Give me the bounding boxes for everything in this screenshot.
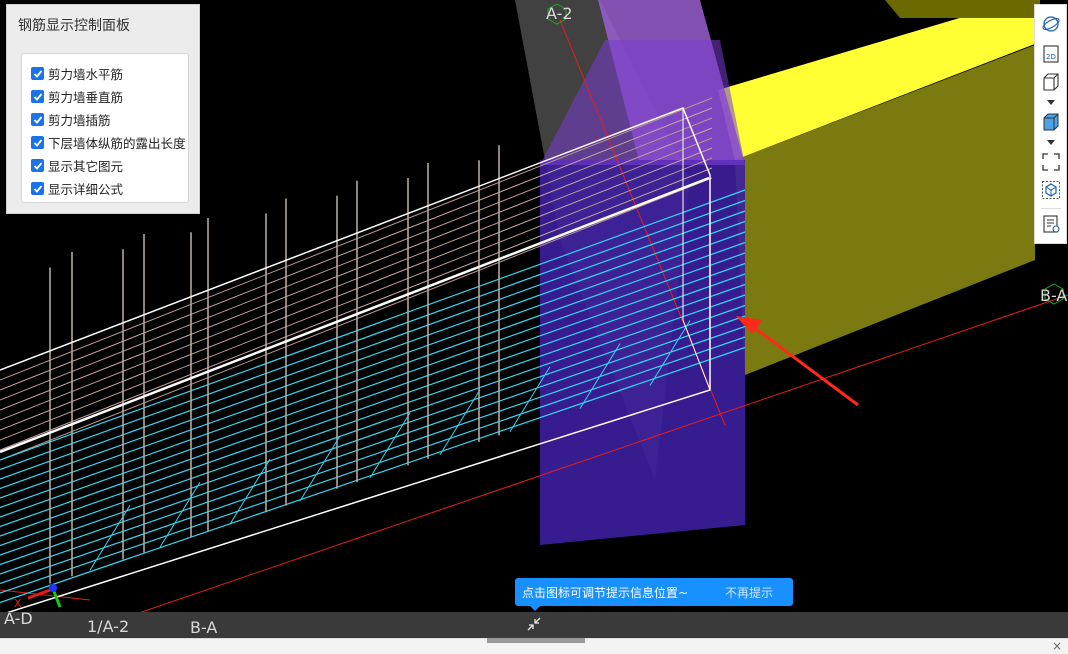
cube-solid-icon[interactable] <box>1040 111 1062 133</box>
option-label: 显示其它图元 <box>48 159 124 174</box>
3d-box-icon[interactable] <box>1040 179 1062 201</box>
svg-text:2D: 2D <box>1046 53 1056 61</box>
axis-label-a2-top: A-2 <box>546 4 573 23</box>
option-lower-wall-exposed-length[interactable]: 下层墙体纵筋的露出长度 <box>22 131 188 154</box>
option-shear-wall-vertical-rebar[interactable]: 剪力墙垂直筋 <box>22 85 188 108</box>
panel-options-box: 剪力墙水平筋 剪力墙垂直筋 剪力墙插筋 下层墙体纵筋的露出长度 显示其它图元 显… <box>21 53 189 203</box>
cube-outline-icon[interactable] <box>1040 71 1062 93</box>
checkbox-checked-icon[interactable] <box>31 90 44 103</box>
3d-viewport[interactable]: A-2 B-A X Y 钢筋显示控制面板 剪力墙水平筋 剪力墙垂直筋 剪力墙插筋 <box>0 0 1068 612</box>
toolbar-divider <box>1041 208 1061 209</box>
axis-label-ad-bottom: A-D <box>4 612 33 628</box>
tooltip-arrow <box>529 605 541 611</box>
option-label: 下层墙体纵筋的露出长度 <box>48 136 186 151</box>
option-shear-wall-horizontal-rebar[interactable]: 剪力墙水平筋 <box>22 62 188 85</box>
option-label: 剪力墙水平筋 <box>48 67 124 82</box>
axis-label-ba-right: B-A <box>1040 286 1067 305</box>
option-label: 剪力墙垂直筋 <box>48 90 124 105</box>
checkbox-checked-icon[interactable] <box>31 182 44 195</box>
option-show-detailed-formula[interactable]: 显示详细公式 <box>22 177 188 200</box>
axis-label-a2-bottom: 1/A-2 <box>87 617 129 636</box>
dont-show-again-link[interactable]: 不再提示 <box>725 584 773 601</box>
checkbox-checked-icon[interactable] <box>31 113 44 126</box>
checkbox-checked-icon[interactable] <box>31 136 44 149</box>
axis-label-ba-bottom: B-A <box>190 618 217 637</box>
tie-rebar <box>229 458 271 525</box>
rebar-display-control-panel: 钢筋显示控制面板 剪力墙水平筋 剪力墙垂直筋 剪力墙插筋 下层墙体纵筋的露出长度… <box>6 4 200 214</box>
hint-tooltip: 点击图标可调节提示信息位置~ 不再提示 <box>515 578 793 606</box>
view-toolbar: 2D <box>1034 4 1067 244</box>
collapse-icon[interactable] <box>524 614 544 634</box>
resize-handle[interactable] <box>487 638 585 643</box>
purple-column-face <box>540 160 745 545</box>
hint-text: 点击图标可调节提示信息位置~ <box>522 585 689 600</box>
axis-x-label: X <box>14 597 22 610</box>
chevron-down-icon[interactable] <box>1047 140 1055 145</box>
close-icon[interactable]: × <box>1052 640 1062 652</box>
checkbox-checked-icon[interactable] <box>31 67 44 80</box>
checkbox-checked-icon[interactable] <box>31 159 44 172</box>
fullscreen-icon[interactable] <box>1040 151 1062 173</box>
tie-rebar <box>369 412 411 479</box>
option-shear-wall-dowel-rebar[interactable]: 剪力墙插筋 <box>22 108 188 131</box>
legend-view-icon[interactable] <box>1040 213 1062 235</box>
option-label: 显示详细公式 <box>48 182 124 197</box>
2d-view-icon[interactable]: 2D <box>1040 43 1062 65</box>
panel-title: 钢筋显示控制面板 <box>18 18 130 34</box>
option-label: 剪力墙插筋 <box>48 113 111 128</box>
yellow-wall-top-edge <box>885 0 1040 18</box>
chevron-down-icon[interactable] <box>1047 100 1055 105</box>
option-show-other-elements[interactable]: 显示其它图元 <box>22 154 188 177</box>
orbit-icon[interactable] <box>1040 13 1062 35</box>
